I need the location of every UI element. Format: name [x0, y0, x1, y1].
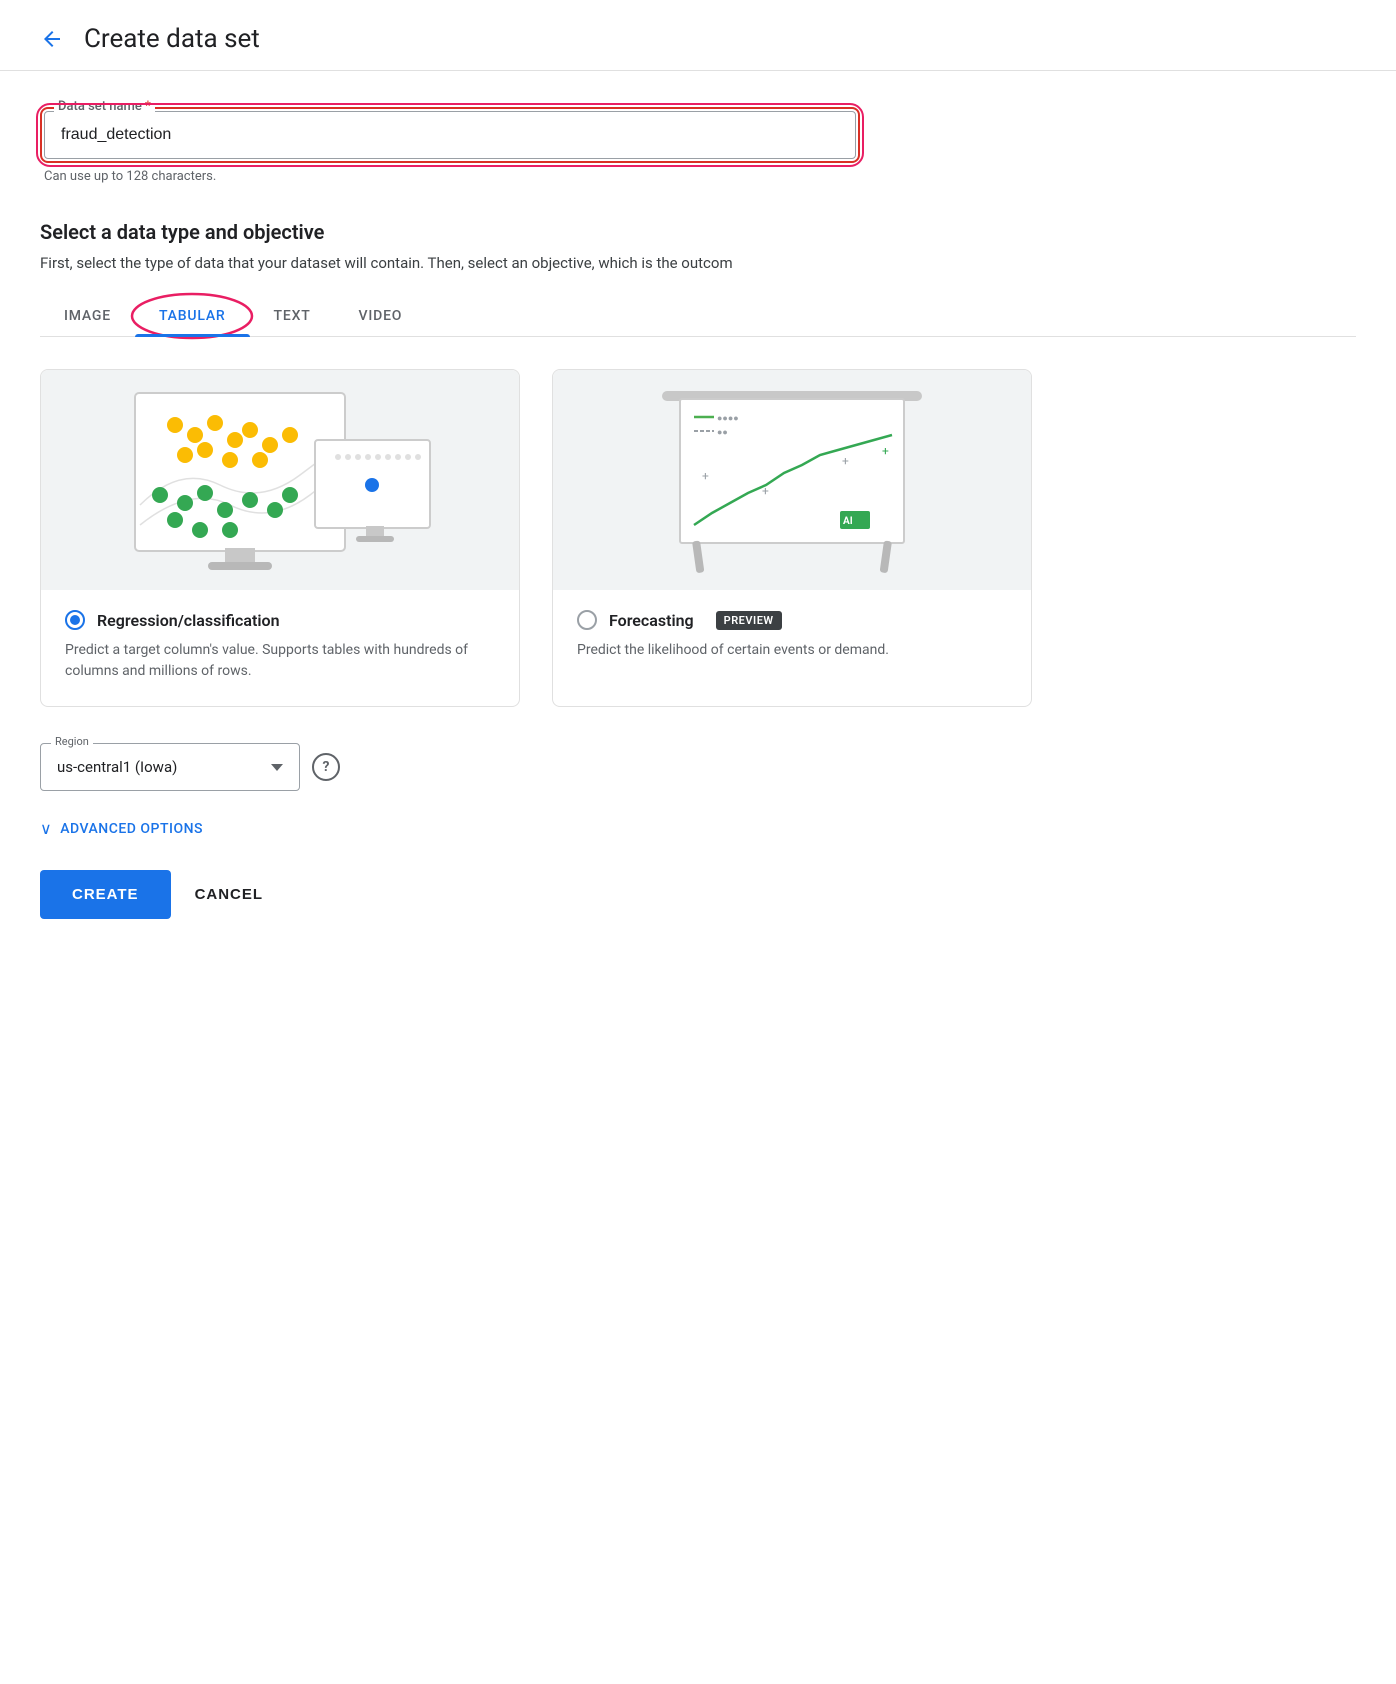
dataset-name-input[interactable] [44, 111, 856, 159]
forecasting-title: Forecasting [609, 611, 694, 630]
forecasting-illustration: ●●●● ●● + + + + AI [642, 385, 942, 575]
actions-row: CREATE CANCEL [40, 870, 1356, 919]
svg-text:●●●●: ●●●● [717, 414, 739, 424]
advanced-options-label: ADVANCED OPTIONS [60, 821, 203, 837]
dataset-name-label: Data set name * [54, 99, 155, 114]
region-dropdown-arrow [271, 764, 283, 771]
forecasting-radio[interactable] [577, 610, 597, 630]
region-help-icon[interactable]: ? [312, 753, 340, 781]
back-button[interactable] [40, 27, 64, 51]
card-regression[interactable]: Regression/classification Predict a targ… [40, 369, 520, 707]
page-header: Create data set [0, 0, 1396, 71]
forecasting-preview-badge: PREVIEW [716, 611, 782, 630]
objective-cards-row: Regression/classification Predict a targ… [40, 369, 1356, 707]
tab-tabular[interactable]: TABULAR [135, 296, 250, 336]
regression-title: Regression/classification [97, 611, 280, 630]
region-select[interactable]: Region us-central1 (Iowa) [40, 743, 300, 791]
regression-radio[interactable] [65, 610, 85, 630]
svg-text:+: + [882, 444, 889, 458]
region-value: us-central1 (Iowa) [57, 758, 177, 776]
advanced-options-toggle[interactable]: ∨ ADVANCED OPTIONS [40, 819, 1356, 838]
card-forecasting[interactable]: ●●●● ●● + + + + AI Fo [552, 369, 1032, 707]
svg-text:+: + [762, 484, 769, 498]
svg-text:AI: AI [843, 516, 853, 527]
tab-text[interactable]: TEXT [250, 296, 335, 336]
card-regression-radio-row: Regression/classification [65, 610, 495, 630]
card-forecasting-content: Forecasting PREVIEW Predict the likeliho… [553, 590, 1031, 685]
card-regression-image [41, 370, 519, 590]
cancel-button[interactable]: CANCEL [195, 886, 264, 903]
dataset-name-input-wrapper: Data set name * [40, 107, 860, 163]
data-type-tabs: IMAGE TABULAR TEXT VIDEO [40, 296, 1356, 337]
svg-text:+: + [842, 454, 849, 468]
card-forecasting-radio-row: Forecasting PREVIEW [577, 610, 1007, 630]
section-title: Select a data type and objective [40, 220, 1356, 244]
advanced-options-chevron: ∨ [40, 819, 52, 838]
region-label: Region [51, 735, 93, 748]
card-regression-content: Regression/classification Predict a targ… [41, 590, 519, 706]
card-forecasting-image: ●●●● ●● + + + + AI [553, 370, 1031, 590]
tab-video[interactable]: VIDEO [335, 296, 427, 336]
svg-text:+: + [702, 469, 709, 483]
tab-image[interactable]: IMAGE [40, 296, 135, 336]
classification-illustration [120, 385, 440, 575]
page-title: Create data set [84, 24, 260, 54]
section-desc: First, select the type of data that your… [40, 254, 1356, 272]
regression-desc: Predict a target column's value. Support… [65, 640, 495, 682]
region-group: Region us-central1 (Iowa) ? [40, 743, 1356, 791]
dataset-name-hint: Can use up to 128 characters. [44, 169, 1356, 184]
region-select-wrapper: Region us-central1 (Iowa) ? [40, 743, 1356, 791]
create-button[interactable]: CREATE [40, 870, 171, 919]
dataset-name-field-group: Data set name * Can use up to 128 charac… [40, 107, 1356, 184]
svg-text:●●: ●● [717, 428, 728, 438]
forecasting-desc: Predict the likelihood of certain events… [577, 640, 1007, 661]
